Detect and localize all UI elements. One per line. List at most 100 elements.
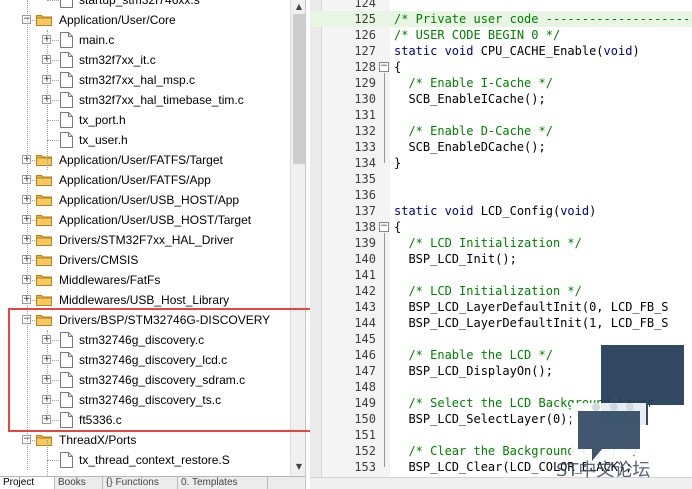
tree-file-node[interactable]: + stm32f7xx_hal_timebase_tim.c — [0, 90, 290, 110]
folder-icon — [36, 294, 52, 306]
line-number: 144 — [354, 316, 376, 330]
line-number: 128 — [354, 60, 376, 74]
tree-node-label: stm32f7xx_hal_timebase_tim.c — [79, 93, 244, 107]
tree-folder-node[interactable]: + Drivers/CMSIS — [0, 250, 290, 270]
tree-folder-node[interactable]: − Application/User/Core — [0, 10, 290, 30]
code-line[interactable]: 136 — [310, 187, 692, 203]
tree-node-label: Application/User/Core — [59, 13, 176, 27]
tree-file-node[interactable]: tx_thread_context_restore.S — [0, 450, 290, 470]
tree-node-label: stm32f7xx_hal_msp.c — [79, 73, 196, 87]
line-number: 150 — [354, 412, 376, 426]
tab-project[interactable]: Project — [0, 477, 55, 489]
line-number: 130 — [354, 92, 376, 106]
file-icon — [60, 52, 73, 68]
code-text: BSP_LCD_LayerDefaultInit(1, LCD_FB_S — [394, 316, 669, 330]
tree-folder-node[interactable]: + Middlewares/USB_Host_Library — [0, 290, 290, 310]
fold-collapse-icon[interactable]: − — [379, 62, 389, 72]
tree-connector-line — [47, 30, 48, 170]
tree-file-node[interactable]: tx_user.h — [0, 130, 290, 150]
tree-folder-node[interactable]: + Drivers/STM32F7xx_HAL_Driver — [0, 230, 290, 250]
tab-label: Project — [3, 477, 35, 488]
code-text: /* Enable the LCD */ — [394, 348, 553, 362]
scroll-down-arrow-icon[interactable]: ▼ — [292, 460, 305, 474]
code-line[interactable]: 140 BSP_LCD_Init(); — [310, 251, 692, 267]
code-text: } — [394, 156, 402, 170]
code-line[interactable]: 131 — [310, 107, 692, 123]
watermark-text: ST中文论坛 — [556, 460, 651, 481]
code-text: static void CPU_CACHE_Enable(void) — [394, 44, 640, 58]
code-line[interactable]: 141 — [310, 267, 692, 283]
tree-folder-node[interactable]: + Application/User/FATFS/App — [0, 170, 290, 190]
code-text: /* Enable I-Cache */ — [394, 76, 553, 90]
tree-node-label: Application/User/USB_HOST/App — [59, 193, 240, 207]
tree-file-node[interactable]: startup_stm32f746xx.s — [0, 0, 290, 10]
code-text: BSP_LCD_Init(); — [394, 252, 517, 266]
code-line[interactable]: 135 — [310, 171, 692, 187]
line-number: 133 — [354, 140, 376, 154]
tree-file-node[interactable]: + stm32f7xx_hal_msp.c — [0, 70, 290, 90]
code-line[interactable]: 132 /* Enable D-Cache */ — [310, 123, 692, 139]
line-number: 141 — [354, 268, 376, 282]
code-text: /* USER CODE BEGIN 0 */ — [394, 28, 561, 42]
code-line[interactable]: 128−{ — [310, 59, 692, 75]
code-line[interactable]: 133 SCB_EnableDCache(); — [310, 139, 692, 155]
scrollbar-thumb[interactable] — [293, 14, 305, 164]
folder-icon — [36, 274, 52, 286]
code-line[interactable]: 144 BSP_LCD_LayerDefaultInit(1, LCD_FB_S — [310, 315, 692, 331]
tab-templates[interactable]: 0. Templates — [178, 477, 268, 489]
code-line[interactable]: 125 /* Private user code ----------------… — [310, 11, 692, 27]
tree-folder-node[interactable]: + Application/User/USB_HOST/App — [0, 190, 290, 210]
scroll-up-arrow-icon[interactable]: ▲ — [292, 0, 305, 14]
tab-books[interactable]: Books — [55, 477, 103, 489]
workspace-tab-bar: Project Books {} Functions 0. Templates — [0, 476, 305, 489]
file-icon — [60, 452, 73, 468]
fold-guide-line — [384, 233, 385, 467]
file-icon — [60, 92, 73, 108]
code-text: /* LCD Initialization */ — [394, 284, 582, 298]
code-line[interactable]: 124 — [310, 0, 692, 11]
tree-file-node[interactable]: + stm32f7xx_it.c — [0, 50, 290, 70]
code-line[interactable]: 137 static void LCD_Config(void) — [310, 203, 692, 219]
code-line[interactable]: 130 SCB_EnableICache(); — [310, 91, 692, 107]
line-number: 153 — [354, 460, 376, 474]
code-line[interactable]: 134} — [310, 155, 692, 171]
tree-connector-line — [47, 140, 59, 141]
line-number: 139 — [354, 236, 376, 250]
line-number: 135 — [354, 172, 376, 186]
tree-node-label: Drivers/STM32F7xx_HAL_Driver — [59, 233, 234, 247]
tree-folder-node[interactable]: − ThreadX/Ports — [0, 430, 290, 450]
code-line[interactable]: 138−{ — [310, 219, 692, 235]
tab-functions[interactable]: {} Functions — [103, 477, 178, 489]
tree-file-node[interactable]: tx_port.h — [0, 110, 290, 130]
fold-collapse-icon[interactable]: − — [379, 222, 389, 232]
line-number: 149 — [354, 396, 376, 410]
code-text: /* Private user code -------------------… — [394, 12, 692, 26]
code-text: SCB_EnableICache(); — [394, 92, 546, 106]
folder-icon — [36, 174, 52, 186]
file-icon — [60, 0, 73, 8]
code-text: { — [394, 220, 402, 234]
code-line[interactable]: 142 /* LCD Initialization */ — [310, 283, 692, 299]
line-number: 152 — [354, 444, 376, 458]
tree-node-label: Drivers/CMSIS — [59, 253, 139, 267]
code-line[interactable]: 129 /* Enable I-Cache */ — [310, 75, 692, 91]
tree-file-node[interactable]: + main.c — [0, 30, 290, 50]
tree-folder-node[interactable]: + Application/User/USB_HOST/Target — [0, 210, 290, 230]
code-line[interactable]: 126 /* USER CODE BEGIN 0 */ — [310, 27, 692, 43]
line-number: 142 — [354, 284, 376, 298]
code-text: BSP_LCD_LayerDefaultInit(0, LCD_FB_S — [394, 300, 669, 314]
code-line[interactable]: 139 /* LCD Initialization */ — [310, 235, 692, 251]
line-number: 147 — [354, 364, 376, 378]
code-line[interactable]: 127 static void CPU_CACHE_Enable(void) — [310, 43, 692, 59]
code-line[interactable]: 143 BSP_LCD_LayerDefaultInit(0, LCD_FB_S — [310, 299, 692, 315]
line-number: 131 — [354, 108, 376, 122]
line-number: 124 — [354, 0, 376, 10]
file-icon — [60, 112, 73, 128]
tree-folder-node[interactable]: + Middlewares/FatFs — [0, 270, 290, 290]
line-number: 148 — [354, 380, 376, 394]
tree-folder-node[interactable]: + Application/User/FATFS/Target — [0, 150, 290, 170]
tree-node-label: tx_port.h — [79, 113, 126, 127]
tree-connector-line — [47, 460, 59, 461]
line-number: 140 — [354, 252, 376, 266]
code-text: static void LCD_Config(void) — [394, 204, 597, 218]
